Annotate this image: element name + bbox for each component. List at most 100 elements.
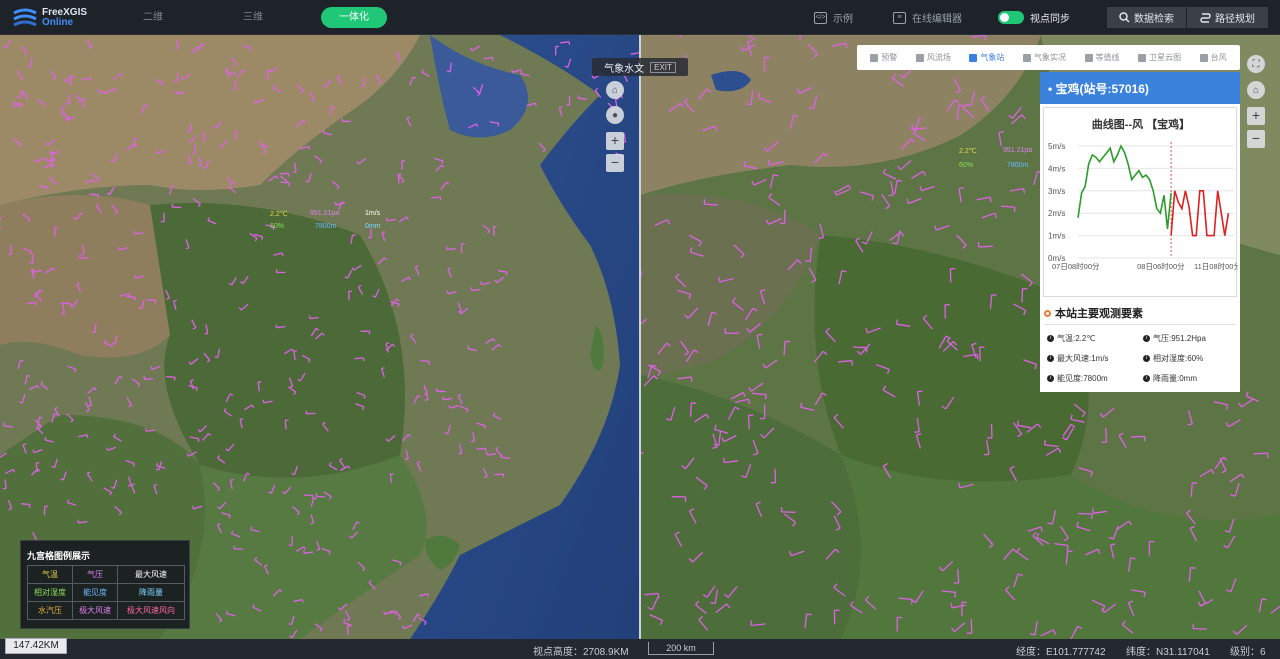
wind-barb-tick	[767, 159, 771, 166]
info-icon: i	[1143, 335, 1150, 343]
wind-barb-tick	[888, 194, 894, 197]
wind-barb-tick	[171, 185, 175, 188]
wind-barb-tick	[577, 94, 580, 99]
wind-barb-tick	[998, 131, 1004, 134]
fullscreen-icon[interactable]: ⛶	[1247, 55, 1265, 73]
obs-rainfall: i 降雨量:0mm	[1140, 368, 1236, 388]
wind-barb-tick	[195, 387, 198, 392]
search-icon	[1119, 12, 1130, 23]
wind-barb-tick	[230, 478, 234, 481]
wind-barb	[1192, 627, 1208, 630]
view-sync-toggle[interactable]: 视点同步	[998, 10, 1070, 25]
wind-barb-tick	[44, 156, 47, 161]
example-link[interactable]: </> 示例	[814, 10, 853, 25]
legend-cell: 能见度	[72, 583, 119, 602]
observations-title: 本站主要观测要素	[1044, 305, 1143, 321]
wind-barb-tick	[917, 390, 923, 393]
tool-contour[interactable]: 等值线	[1084, 52, 1120, 63]
tool-warning[interactable]: 预警	[870, 52, 897, 63]
obs-visibility-text: 能见度:7800m	[1057, 373, 1108, 383]
wind-barb	[316, 495, 326, 498]
wind-barb	[1021, 288, 1024, 303]
wind-barb	[31, 253, 34, 264]
wind-barb-tick	[173, 80, 177, 83]
legend-cell: 降雨量	[117, 583, 185, 602]
observations-title-text: 本站主要观测要素	[1055, 308, 1143, 320]
route-icon	[1200, 13, 1211, 23]
tool-wind-field[interactable]: 风流场	[915, 52, 951, 63]
legend-cell: 水汽压	[26, 601, 74, 620]
wind-barb-tick	[1190, 566, 1196, 569]
x-tick-label: 08日06时00分	[1137, 261, 1185, 271]
zoom-out-button[interactable]: −	[606, 154, 624, 172]
tool-typhoon[interactable]: 台风	[1199, 52, 1227, 63]
tab-integrated[interactable]: 一体化	[321, 7, 387, 28]
legend-title: 九宫格图例展示	[27, 551, 91, 561]
wind-barb-tick	[226, 610, 229, 615]
wind-barb-tick	[86, 434, 89, 439]
obs-temperature-text: 气温:2.2℃	[1057, 334, 1096, 344]
compass-icon[interactable]: ●	[606, 106, 624, 124]
wind-barb-tick	[976, 354, 979, 360]
wind-barb-tick	[281, 252, 284, 257]
wind-barb-tick	[480, 281, 482, 285]
legend-cell: 极大风速风向	[117, 601, 185, 620]
wind-barb	[492, 226, 495, 236]
obs-max-wind-text: 最大风速:1m/s	[1057, 353, 1109, 363]
legend-cell: 相对湿度	[26, 583, 74, 602]
wind-barb	[1000, 205, 1015, 208]
zoom-out-button-right[interactable]: −	[1247, 130, 1265, 148]
wind-barb-tick	[134, 275, 137, 279]
online-editor-link[interactable]: ≡ 在线编辑器	[893, 10, 962, 25]
wind-barb-tick	[50, 158, 54, 160]
exit-button[interactable]: EXIT	[650, 61, 676, 73]
map-label-pressure: 951.21pa	[310, 210, 340, 217]
route-plan-button[interactable]: 路径规划	[1187, 7, 1268, 28]
wind-barb-tick	[61, 312, 65, 315]
wind-barb	[10, 244, 13, 254]
toggle-switch[interactable]	[998, 11, 1024, 24]
obs-rainfall-text: 降雨量:0mm	[1153, 373, 1197, 383]
wind-barb-tick	[262, 399, 265, 404]
info-icon: i	[1047, 354, 1054, 362]
wind-barb	[146, 299, 156, 302]
wind-barb	[37, 417, 40, 427]
y-tick-label: 5m/s	[1048, 142, 1065, 151]
zoom-in-button[interactable]: +	[606, 132, 624, 150]
wind-barb-tick	[44, 436, 47, 441]
wind-field-icon	[915, 53, 924, 62]
tool-weather-station[interactable]: 气象站	[969, 52, 1004, 63]
wind-barb-tick	[240, 418, 244, 420]
info-icon: i	[1143, 374, 1150, 382]
contour-icon	[1084, 53, 1093, 62]
wind-barb	[346, 625, 349, 635]
observed-wind-line	[1077, 144, 1172, 229]
x-tick-label: 11日08时00分	[1194, 261, 1238, 271]
data-search-button[interactable]: 数据检索	[1107, 7, 1186, 28]
wind-barb-tick	[97, 88, 100, 92]
home-icon-right[interactable]: ⌂	[1247, 81, 1265, 99]
wind-barb-tick	[19, 401, 23, 404]
tool-live-weather[interactable]: 气象实况	[1022, 52, 1066, 63]
tool-satellite-cloud[interactable]: 卫星云图	[1138, 52, 1181, 63]
zoom-in-button-right[interactable]: +	[1247, 107, 1265, 125]
wind-barb-tick	[991, 294, 997, 297]
tab-3d[interactable]: 三维	[220, 7, 286, 28]
wind-barb-tick	[914, 431, 920, 433]
wind-barb	[1253, 452, 1268, 455]
info-icon: i	[1047, 335, 1054, 343]
wind-barb	[1105, 427, 1108, 443]
wind-barb-tick	[173, 299, 177, 302]
home-icon[interactable]: ⌂	[606, 81, 624, 99]
wind-barb	[446, 248, 456, 251]
wind-barb-tick	[250, 526, 253, 530]
wind-barb	[1078, 512, 1093, 515]
wind-barb-tick	[746, 103, 752, 106]
map-label-visibility: 7800m	[315, 223, 337, 230]
code-icon: </>	[814, 11, 827, 24]
tab-2d[interactable]: 二维	[120, 7, 186, 28]
typhoon-icon	[1199, 53, 1208, 62]
y-tick-label: 2m/s	[1048, 209, 1065, 218]
wind-barb-tick	[185, 247, 190, 250]
app-logo[interactable]: FreeXGIS Online	[12, 5, 122, 31]
